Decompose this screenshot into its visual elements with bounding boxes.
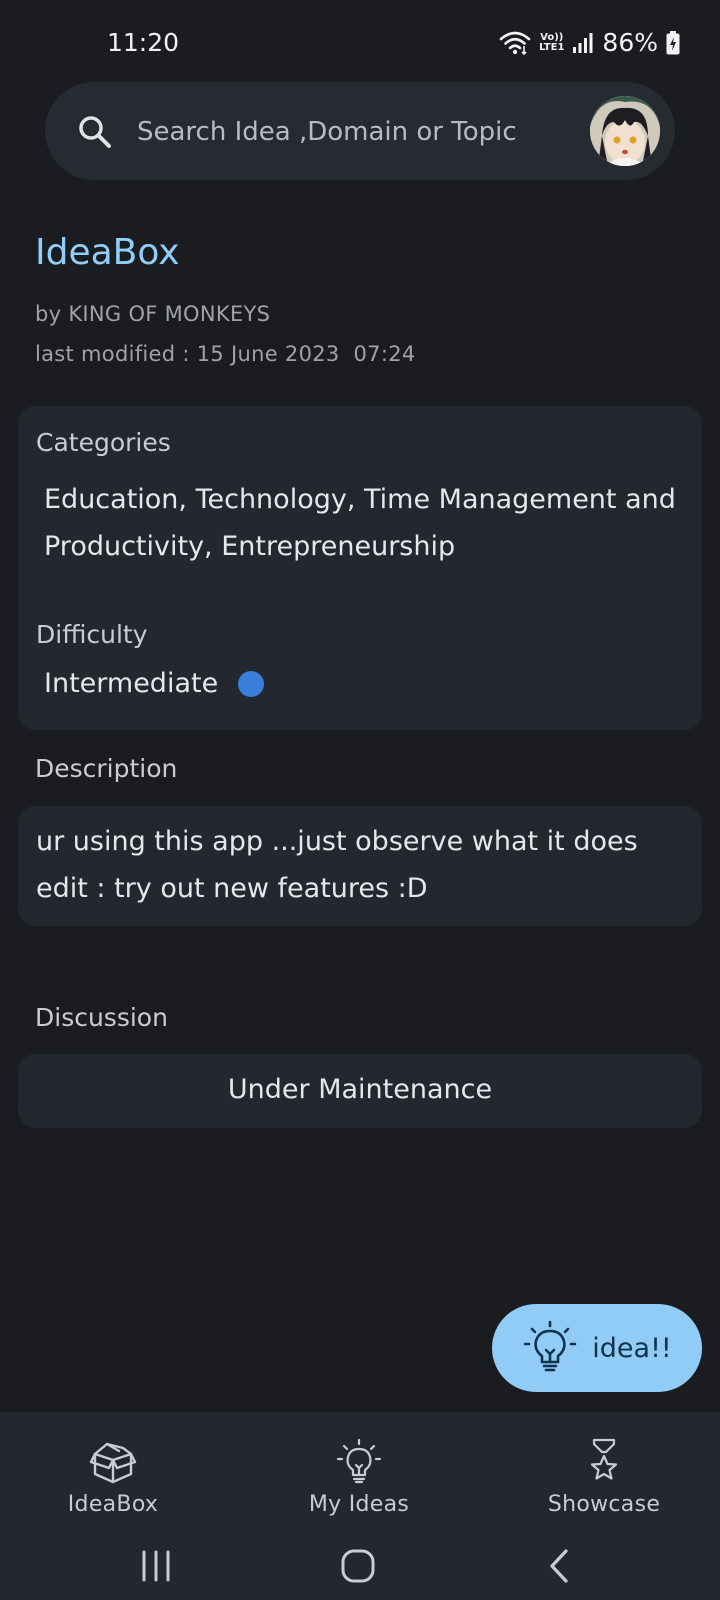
avatar[interactable] [590,96,660,166]
search-icon[interactable] [77,114,113,150]
status-bar: 11:20 Vo)) LTE1 86% [0,0,720,84]
nav-item-ideabox[interactable]: IdeaBox [13,1438,213,1517]
nav-label-ideabox: IdeaBox [67,1492,159,1517]
difficulty-label: Difficulty [36,620,148,649]
new-idea-fab[interactable]: idea!! [492,1304,702,1392]
status-icons: Vo)) LTE1 86% [499,28,680,57]
status-time: 11:20 [107,28,180,57]
avatar-image [590,96,660,166]
fab-label: idea!! [592,1332,672,1364]
page-title: IdeaBox [35,232,180,273]
nav-item-my-ideas[interactable]: My Ideas [259,1438,459,1517]
description-label: Description [35,754,178,783]
discussion-status: Under Maintenance [227,1074,493,1105]
description-line-1: ur using this app ...just observe what i… [36,826,638,857]
difficulty-row: Intermediate [44,668,265,699]
recent-apps-icon[interactable] [136,1546,176,1586]
last-modified-text: last modified : 15 June 2023 07:24 [35,342,416,366]
screen: 11:20 Vo)) LTE1 86% Search Idea ,Domain … [0,0,720,1600]
author-text: by KING OF MONKEYS [35,302,271,326]
discussion-label: Discussion [35,1003,168,1032]
search-bar[interactable] [45,82,675,180]
nav-label-my-ideas: My Ideas [308,1492,410,1517]
categories-value: Education, Technology, Time Management a… [44,484,676,562]
battery-charging-icon [666,30,680,54]
back-icon[interactable] [540,1546,580,1586]
description-card: ur using this app ...just observe what i… [18,806,702,926]
lightbulb-icon [336,1438,382,1484]
description-line-2: edit : try out new features :D [36,873,428,904]
bottom-navigation: IdeaBox My Ideas Showcase [0,1412,720,1532]
discussion-card[interactable]: Under Maintenance [18,1054,702,1128]
wifi-icon [499,31,531,55]
info-card: Categories Education, Technology, Time M… [18,406,702,730]
trophy-icon [590,1438,618,1480]
volte-lte-indicator: Vo)) LTE1 [539,31,565,53]
signal-icon [573,32,593,53]
lightbulb-icon [523,1320,577,1372]
nav-label-showcase: Showcase [547,1492,661,1517]
home-icon[interactable] [338,1546,378,1586]
difficulty-value: Intermediate [44,668,219,699]
difficulty-indicator-dot [238,670,265,697]
box-icon [89,1442,137,1484]
nav-item-showcase[interactable]: Showcase [504,1438,704,1517]
search-input[interactable] [135,106,539,158]
categories-label: Categories [36,428,171,457]
battery-percent: 86% [602,28,658,57]
system-navigation-bar [0,1532,720,1600]
